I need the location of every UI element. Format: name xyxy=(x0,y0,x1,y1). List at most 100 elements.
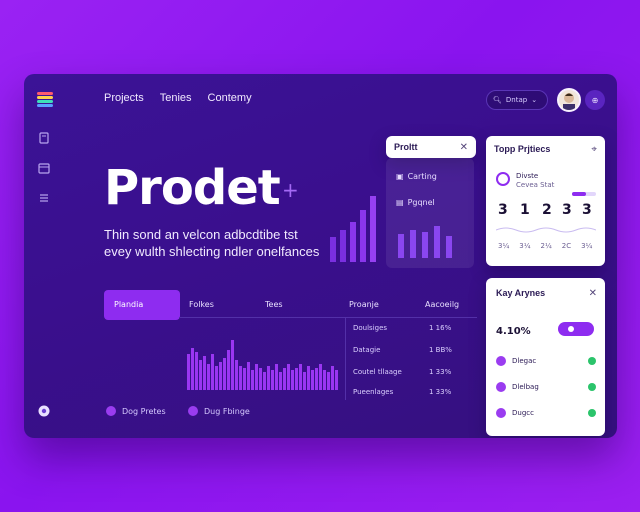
search-box[interactable]: 🔍︎ Dntap ⌄ xyxy=(486,90,548,110)
key-item[interactable]: Dlelbag xyxy=(496,382,596,392)
list-icon[interactable] xyxy=(38,192,50,204)
column-header[interactable]: Aacoeilg xyxy=(425,300,459,309)
table-cell: Doulsiges xyxy=(353,324,388,332)
hero-bar xyxy=(370,196,376,262)
stat-value: 2 xyxy=(542,202,552,218)
item-icon xyxy=(496,382,506,392)
stat-value: 3 xyxy=(562,202,572,218)
item-icon xyxy=(496,356,506,366)
top-projects-title: Topp Prjtiecs xyxy=(494,144,551,154)
tick-row: 3¼ 3¼ 2¼ 2C 3¼ xyxy=(498,242,592,250)
stat-value: 3 xyxy=(582,202,592,218)
plus-icon: + xyxy=(282,178,299,202)
table-cell: 1 16% xyxy=(429,324,452,332)
hero-bar xyxy=(340,230,346,262)
stat-value: 3 xyxy=(498,202,508,218)
key-list: Dlegac Dlelbag Dugcc xyxy=(496,356,596,418)
table-cell: 1 BB% xyxy=(429,346,452,354)
key-toggle[interactable] xyxy=(558,322,594,336)
key-item-label: Dugcc xyxy=(512,409,534,417)
status-dot-icon xyxy=(588,357,596,365)
status-dot-icon xyxy=(588,383,596,391)
nav-item-tenies[interactable]: Tenies xyxy=(160,92,192,104)
item-icon xyxy=(496,408,506,418)
tick-label: 3¼ xyxy=(519,242,531,250)
hero-bar xyxy=(350,222,356,262)
key-item-label: Dlegac xyxy=(512,357,537,365)
mini-bar xyxy=(446,236,452,258)
document-icon[interactable] xyxy=(38,132,50,144)
app-window: Projects Tenies Contemy 🔍︎ Dntap ⌄ ⊕ Pro… xyxy=(24,74,617,438)
nav-item-projects[interactable]: Projects xyxy=(104,92,144,104)
histogram-chart xyxy=(187,340,338,390)
project-row[interactable]: ▣ Carting xyxy=(396,172,437,181)
data-table: Folkes Tees Proanje Aacoeilg Doulsiges 1… xyxy=(179,290,477,400)
mini-bar-chart xyxy=(398,226,452,258)
stat-value: 1 xyxy=(520,202,530,218)
project-progress xyxy=(572,192,596,196)
file-icon: ▤ xyxy=(396,198,404,207)
project-icon xyxy=(496,172,510,186)
page-title: Prodet xyxy=(104,160,281,216)
top-project-item[interactable]: Divste Cevea Stat xyxy=(516,172,554,190)
close-icon[interactable]: ✕ xyxy=(460,142,468,153)
legend-dot-icon xyxy=(188,406,198,416)
status-dot-icon xyxy=(588,409,596,417)
mini-bar xyxy=(434,226,440,258)
sidebar xyxy=(24,74,66,438)
top-project-name: Divste xyxy=(516,172,539,180)
table-cell: Pueenlages xyxy=(353,388,394,396)
legend-item: Dog Pretes xyxy=(106,406,166,416)
column-header[interactable]: Proanje xyxy=(349,300,379,309)
column-header[interactable]: Tees xyxy=(265,300,283,309)
column-divider xyxy=(345,318,346,400)
calendar-icon[interactable] xyxy=(38,162,50,174)
legend-label: Dog Pretes xyxy=(122,406,166,416)
table-cell: 1 33% xyxy=(429,368,452,376)
table-cell: Coutel tllaage xyxy=(353,368,402,376)
key-panel-title: Kay Arynes xyxy=(496,288,546,298)
legend-item: Dug Fbinge xyxy=(188,406,250,416)
key-item-label: Dlelbag xyxy=(512,383,539,391)
table-cell: 1 33% xyxy=(429,388,452,396)
search-icon: 🔍︎ xyxy=(493,96,502,104)
logo-icon xyxy=(37,92,53,107)
mini-bar xyxy=(422,232,428,258)
key-item[interactable]: Dlegac xyxy=(496,356,596,366)
legend-dot-icon xyxy=(106,406,116,416)
legend-label: Dug Fbinge xyxy=(204,406,250,416)
pin-icon[interactable]: ⌖ xyxy=(591,144,597,155)
table-cell: Datagie xyxy=(353,346,381,354)
mini-bar xyxy=(398,234,404,258)
project-panel: ▣ Carting ▤ Pgqnel xyxy=(386,158,474,268)
project-row[interactable]: ▤ Pgqnel xyxy=(396,198,435,207)
key-panel: Kay Arynes ✕ 4.10% Dlegac Dlelbag Dugcc xyxy=(486,278,605,436)
top-project-sub: Cevea Stat xyxy=(516,181,555,189)
hero-bar xyxy=(330,237,336,262)
tick-label: 3¼ xyxy=(498,242,510,250)
avatar[interactable] xyxy=(557,88,581,112)
project-row-label: Carting xyxy=(407,172,437,181)
key-percent: 4.10% xyxy=(496,326,531,337)
mini-bar xyxy=(410,230,416,258)
tick-label: 2C xyxy=(561,242,572,250)
subtitle-line-2: evey wulth shlecting ndler onelfances xyxy=(104,244,320,259)
tab-plandia[interactable]: Plandia xyxy=(104,290,180,320)
profile-menu-button[interactable]: ⊕ xyxy=(585,90,605,110)
project-panel-title: Proltt xyxy=(394,142,418,152)
settings-icon[interactable] xyxy=(37,404,51,418)
project-row-label: Pgqnel xyxy=(407,198,435,207)
top-navigation: Projects Tenies Contemy xyxy=(104,92,252,104)
chevron-down-icon: ⌄ xyxy=(531,96,538,104)
nav-item-contemy[interactable]: Contemy xyxy=(208,92,252,104)
subtitle-line-1: Thin sond an velcon adbcdtibe tst xyxy=(104,227,298,242)
close-icon[interactable]: ✕ xyxy=(589,288,597,299)
project-panel-header: Proltt ✕ xyxy=(386,136,476,158)
column-header[interactable]: Folkes xyxy=(189,300,214,309)
page-subtitle: Thin sond an velcon adbcdtibe tst evey w… xyxy=(104,226,344,260)
sparkline xyxy=(496,227,596,233)
key-item[interactable]: Dugcc xyxy=(496,408,596,418)
tick-label: 2¼ xyxy=(540,242,552,250)
user-icon xyxy=(563,93,575,110)
search-label: Dntap xyxy=(505,96,528,104)
